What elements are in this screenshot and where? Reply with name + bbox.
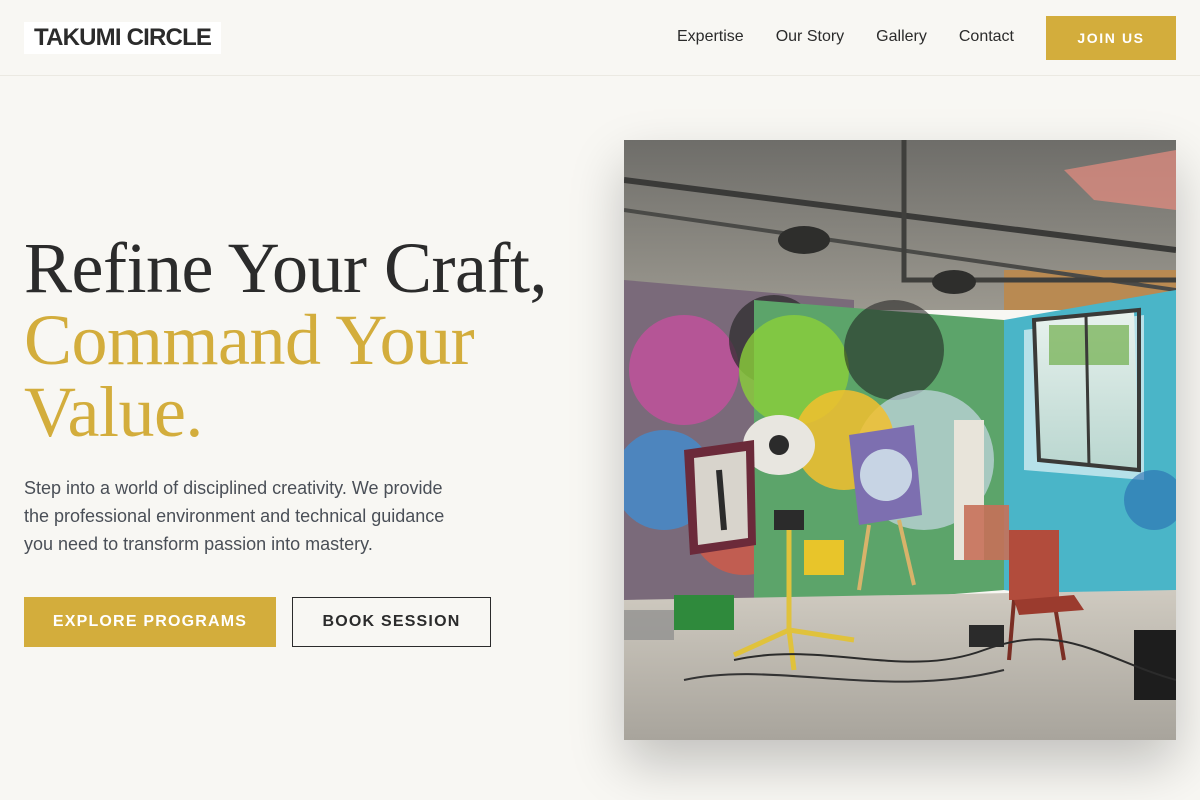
book-session-button[interactable]: BOOK SESSION	[292, 597, 491, 647]
main-nav: Expertise Our Story Gallery Contact	[677, 27, 1014, 47]
hero-studio-image	[624, 140, 1176, 740]
nav-link-our-story[interactable]: Our Story	[776, 27, 844, 47]
join-us-button[interactable]: JOIN US	[1046, 16, 1176, 60]
nav-link-expertise[interactable]: Expertise	[677, 27, 744, 47]
hero-title-line-1: Refine Your Craft,	[24, 228, 547, 308]
site-logo[interactable]: TAKUMI CIRCLE	[24, 22, 222, 54]
top-bar: TAKUMI CIRCLE Expertise Our Story Galler…	[0, 0, 1200, 76]
nav-link-contact[interactable]: Contact	[959, 27, 1014, 47]
studio-illustration	[624, 140, 1176, 740]
hero-description: Step into a world of disciplined creativ…	[24, 478, 445, 554]
hero-title-line-2: Command Your Value.	[24, 300, 475, 452]
explore-programs-button[interactable]: EXPLORE PROGRAMS	[24, 597, 276, 647]
nav-link-gallery[interactable]: Gallery	[876, 27, 927, 47]
hero-title: Refine Your Craft, Command Your Value.	[24, 232, 604, 448]
